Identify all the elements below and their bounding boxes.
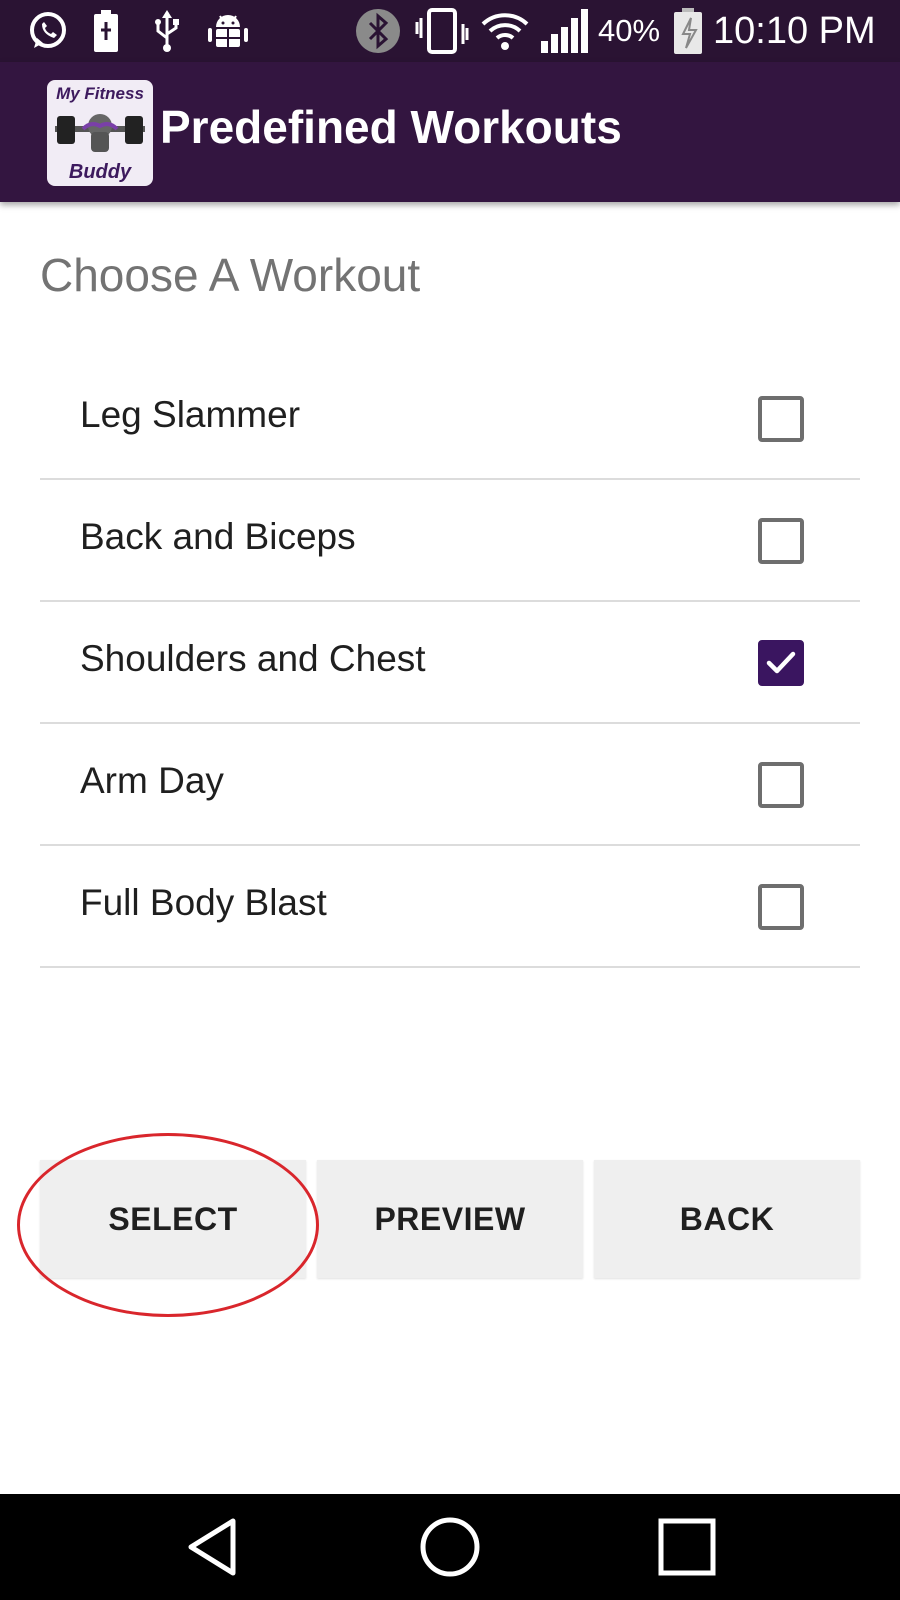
bluetooth-icon xyxy=(354,9,402,53)
battery-charging-icon xyxy=(670,8,706,54)
workout-label: Arm Day xyxy=(80,760,224,801)
workout-item-leg-slammer[interactable]: Leg Slammer xyxy=(40,358,860,480)
battery-percent: 40% xyxy=(598,13,661,48)
workout-checkbox[interactable] xyxy=(758,396,804,442)
checkmark-icon xyxy=(766,651,796,674)
battery-full-icon xyxy=(90,10,122,52)
workout-item-shoulders-and-chest[interactable]: Shoulders and Chest xyxy=(40,602,860,724)
workout-item-arm-day[interactable]: Arm Day xyxy=(40,724,860,846)
app-bar: My Fitness Buddy Predefined Workouts xyxy=(0,62,900,202)
workout-label: Back and Biceps xyxy=(80,516,356,557)
section-heading: Choose A Workout xyxy=(40,249,421,301)
preview-button[interactable]: PREVIEW xyxy=(317,1160,583,1278)
recents-square-icon[interactable] xyxy=(652,1512,722,1582)
vibrate-icon xyxy=(414,8,470,54)
status-bar: 40% 10:10 PM xyxy=(0,0,900,62)
logo-text-top: My Fitness xyxy=(56,84,144,103)
workout-item-full-body-blast[interactable]: Full Body Blast xyxy=(40,846,860,968)
wifi-icon xyxy=(478,10,532,52)
workout-checkbox[interactable] xyxy=(758,518,804,564)
highlight-annotation-ellipse xyxy=(17,1133,319,1317)
page-title: Predefined Workouts xyxy=(160,101,622,153)
workout-label: Shoulders and Chest xyxy=(80,638,426,679)
workout-label: Leg Slammer xyxy=(80,394,301,435)
barbell-logo-icon xyxy=(55,114,145,152)
whatsapp-icon xyxy=(26,10,70,52)
back-triangle-icon[interactable] xyxy=(178,1512,248,1582)
clock-time: 10:10 PM xyxy=(713,10,876,52)
workout-item-back-and-biceps[interactable]: Back and Biceps xyxy=(40,480,860,602)
usb-icon xyxy=(150,10,184,52)
workout-checkbox[interactable] xyxy=(758,884,804,930)
signal-icon xyxy=(538,9,594,53)
workout-label: Full Body Blast xyxy=(80,882,327,923)
workout-checkbox[interactable] xyxy=(758,640,804,686)
workout-checkbox[interactable] xyxy=(758,762,804,808)
navigation-bar xyxy=(0,1494,900,1600)
app-logo[interactable]: My Fitness Buddy xyxy=(47,80,153,186)
workout-list: Leg Slammer Back and Biceps Shoulders an… xyxy=(40,358,860,968)
logo-text-bottom: Buddy xyxy=(68,161,132,183)
home-circle-icon[interactable] xyxy=(415,1512,485,1582)
android-debug-icon xyxy=(206,10,250,52)
back-button[interactable]: BACK xyxy=(594,1160,860,1278)
